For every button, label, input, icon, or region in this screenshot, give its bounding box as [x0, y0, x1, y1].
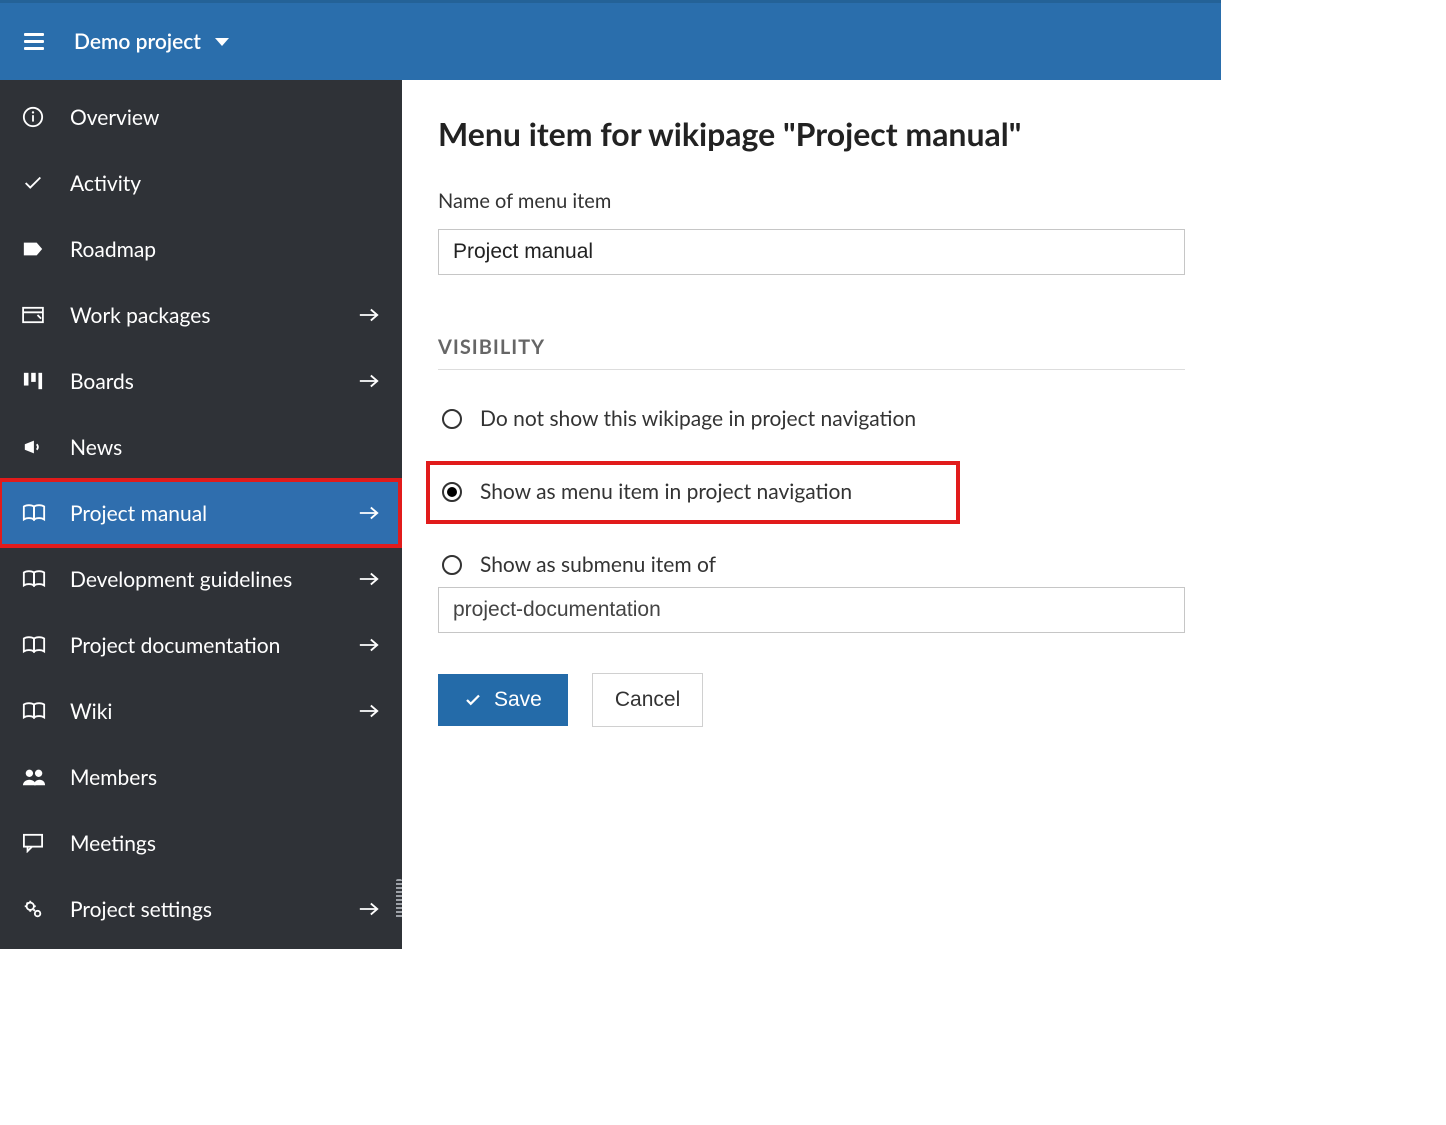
sidebar-item-members[interactable]: Members	[0, 744, 402, 810]
sidebar-item-label: Boards	[70, 369, 358, 394]
book-icon	[22, 569, 70, 589]
chat-icon	[22, 833, 70, 853]
project-selector[interactable]: Demo project	[74, 29, 229, 54]
project-name: Demo project	[74, 29, 201, 54]
check-icon	[464, 691, 482, 709]
visibility-option-submenu[interactable]: Show as submenu item of	[438, 546, 1185, 583]
tag-icon	[22, 240, 70, 258]
sidebar-item-label: Roadmap	[70, 237, 380, 262]
sidebar-item-label: Overview	[70, 105, 380, 130]
cancel-button[interactable]: Cancel	[592, 673, 703, 727]
arrow-right-icon	[358, 702, 380, 720]
sidebar-item-label: Members	[70, 765, 380, 790]
app-header: Demo project	[0, 3, 1221, 80]
radio-label: Do not show this wikipage in project nav…	[480, 406, 916, 431]
sidebar-item-project-documentation[interactable]: Project documentation	[0, 612, 402, 678]
submenu-parent-select[interactable]	[438, 587, 1185, 633]
info-icon	[22, 106, 70, 128]
sidebar-item-label: Work packages	[70, 303, 358, 328]
arrow-right-icon	[358, 306, 380, 324]
arrow-right-icon	[358, 570, 380, 588]
sidebar-resize-handle[interactable]	[396, 879, 402, 919]
arrow-right-icon	[358, 504, 380, 522]
arrow-right-icon	[358, 372, 380, 390]
visibility-heading: VISIBILITY	[438, 335, 1185, 359]
book-icon	[22, 701, 70, 721]
radio-label: Show as menu item in project navigation	[480, 479, 852, 504]
caret-down-icon	[215, 38, 229, 46]
panel-icon	[22, 306, 70, 324]
sidebar-item-work-packages[interactable]: Work packages	[0, 282, 402, 348]
sidebar-item-label: Project documentation	[70, 633, 358, 658]
check-icon	[22, 172, 70, 194]
radio-icon[interactable]	[442, 409, 462, 429]
arrow-right-icon	[358, 900, 380, 918]
sidebar: Overview Activity Roadmap Work packages Boar…	[0, 80, 402, 949]
members-icon	[22, 767, 70, 787]
sidebar-item-project-manual[interactable]: Project manual	[0, 480, 402, 546]
menu-item-name-input[interactable]	[438, 229, 1185, 275]
book-icon	[22, 503, 70, 523]
radio-icon[interactable]	[442, 555, 462, 575]
sidebar-item-overview[interactable]: Overview	[0, 84, 402, 150]
book-icon	[22, 635, 70, 655]
menu-toggle[interactable]	[24, 33, 44, 50]
sidebar-item-label: Wiki	[70, 699, 358, 724]
sidebar-item-meetings[interactable]: Meetings	[0, 810, 402, 876]
sidebar-item-label: Meetings	[70, 831, 380, 856]
sidebar-item-boards[interactable]: Boards	[0, 348, 402, 414]
sidebar-item-wiki[interactable]: Wiki	[0, 678, 402, 744]
visibility-option-hide[interactable]: Do not show this wikipage in project nav…	[438, 400, 1185, 437]
radio-icon[interactable]	[442, 482, 462, 502]
sidebar-item-label: Activity	[70, 171, 380, 196]
sidebar-item-label: Project manual	[70, 501, 358, 526]
name-label: Name of menu item	[438, 189, 1185, 213]
gears-icon	[22, 898, 70, 920]
main-content: Menu item for wikipage "Project manual" …	[402, 80, 1221, 949]
boards-icon	[22, 371, 70, 391]
radio-label: Show as submenu item of	[480, 552, 716, 577]
save-button[interactable]: Save	[438, 674, 568, 726]
megaphone-icon	[22, 437, 70, 457]
sidebar-item-project-settings[interactable]: Project settings	[0, 876, 402, 942]
save-label: Save	[494, 688, 542, 712]
sidebar-item-activity[interactable]: Activity	[0, 150, 402, 216]
sidebar-item-label: Project settings	[70, 897, 358, 922]
arrow-right-icon	[358, 636, 380, 654]
visibility-option-menu-item[interactable]: Show as menu item in project navigation	[438, 473, 946, 510]
sidebar-item-news[interactable]: News	[0, 414, 402, 480]
sidebar-item-label: News	[70, 435, 380, 460]
sidebar-item-development-guidelines[interactable]: Development guidelines	[0, 546, 402, 612]
sidebar-item-roadmap[interactable]: Roadmap	[0, 216, 402, 282]
divider	[438, 369, 1185, 370]
page-title: Menu item for wikipage "Project manual"	[438, 114, 1185, 153]
sidebar-item-label: Development guidelines	[70, 567, 358, 592]
